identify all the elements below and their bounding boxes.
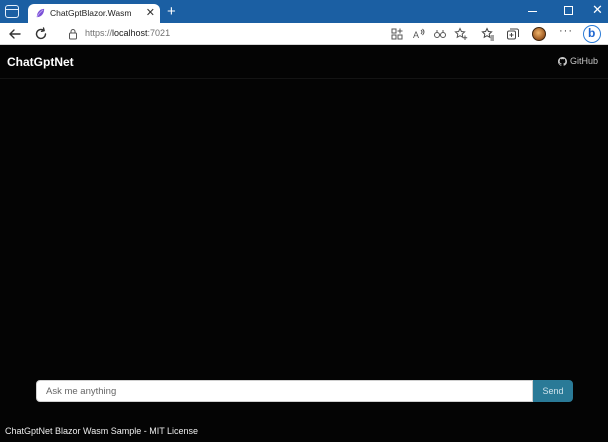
favicon-icon — [36, 8, 45, 18]
github-link[interactable]: GitHub — [557, 56, 598, 66]
favorite-add-icon[interactable] — [454, 27, 468, 41]
footer-text: ChatGptNet Blazor Wasm Sample - MIT Lice… — [5, 426, 199, 436]
back-icon[interactable] — [7, 26, 23, 42]
new-tab-button[interactable]: + — [167, 3, 176, 20]
svg-text:A: A — [413, 30, 419, 40]
github-label: GitHub — [569, 56, 598, 66]
tab-actions-icon[interactable] — [5, 5, 19, 18]
lock-icon[interactable] — [68, 28, 78, 40]
url-text[interactable]: https://localhost:7021 — [85, 28, 170, 38]
app-navbar: ChatGptNet GitHub — [0, 45, 608, 79]
profile-avatar[interactable] — [532, 27, 546, 41]
minimize-icon[interactable] — [528, 11, 537, 12]
address-bar[interactable]: https://localhost:7021 — [60, 25, 380, 43]
browser-tab[interactable]: ChatGptBlazor.Wasm ✕ — [28, 4, 160, 23]
send-button[interactable]: Send — [533, 380, 573, 402]
chat-form: Send — [36, 380, 573, 402]
url-port: :7021 — [147, 28, 171, 38]
immersive-reader-icon[interactable] — [433, 27, 447, 41]
message-input[interactable] — [36, 380, 533, 402]
github-icon — [557, 56, 567, 66]
collections-icon[interactable] — [506, 27, 520, 41]
app-page: ChatGptNet GitHub Send ChatGptNet Blazor… — [0, 45, 608, 442]
favorites-icon[interactable] — [481, 27, 495, 41]
app-available-icon[interactable] — [390, 27, 404, 41]
app-brand[interactable]: ChatGptNet — [7, 55, 74, 69]
browser-toolbar: https://localhost:7021 A ··· b — [0, 23, 608, 45]
bing-icon: b — [588, 26, 596, 40]
tab-close-icon[interactable]: ✕ — [146, 6, 155, 20]
window-close-icon[interactable]: ✕ — [592, 1, 603, 19]
read-aloud-icon[interactable]: A — [412, 27, 426, 41]
more-options-icon[interactable]: ··· — [559, 25, 573, 37]
url-host: localhost — [112, 28, 148, 38]
refresh-icon[interactable] — [33, 26, 49, 42]
browser-titlebar: ChatGptBlazor.Wasm ✕ + ✕ — [0, 0, 608, 23]
url-scheme: https:// — [85, 28, 113, 38]
maximize-icon[interactable] — [564, 6, 573, 15]
tab-title: ChatGptBlazor.Wasm — [50, 8, 132, 18]
bing-chat-button[interactable]: b — [583, 25, 601, 43]
